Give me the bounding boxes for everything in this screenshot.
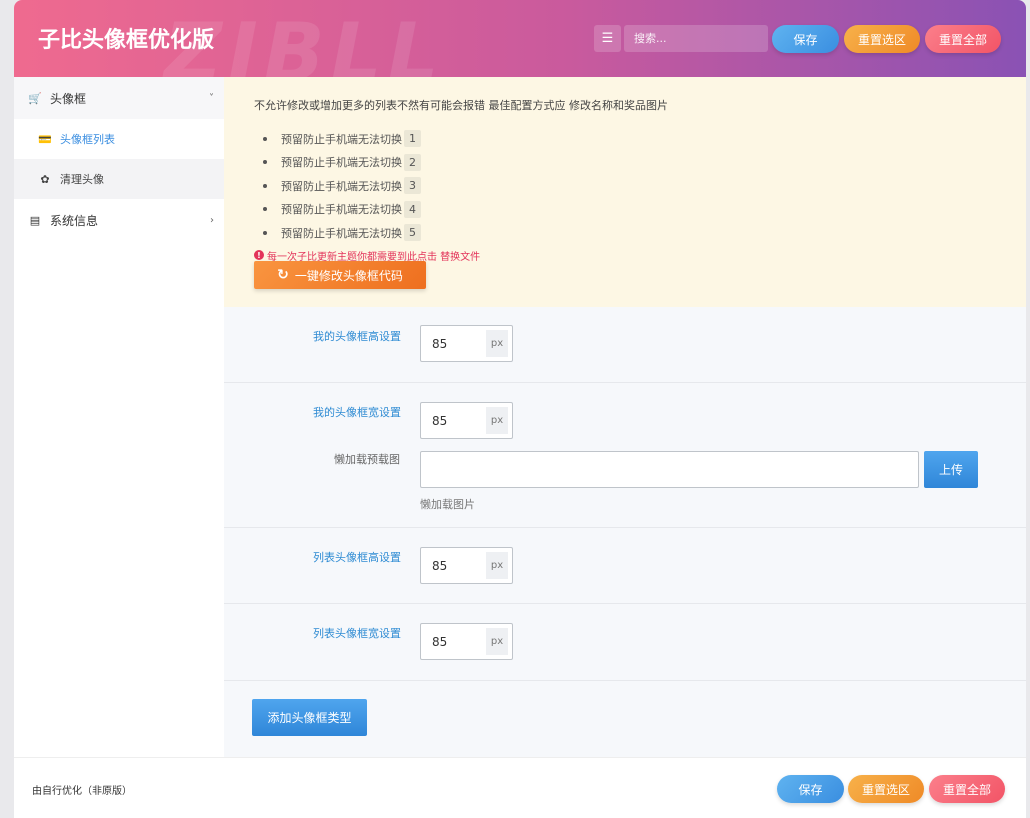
footer-reset-all-button[interactable]: 重置全部 [929, 775, 1005, 803]
add-frame-type-button[interactable]: 添加头像框类型 [252, 699, 367, 736]
list-item-text: 预留防止手机端无法切换 [281, 203, 402, 217]
my-width-section: 我的头像框宽设置 85 px 懒加载预载图 上传 懒加载图片 [224, 383, 1026, 528]
refresh-icon: ↻ [277, 267, 289, 283]
sidebar-item-system-info[interactable]: ▤ 系统信息 › [14, 199, 224, 241]
sidebar-item-label: 头像框 [50, 91, 87, 106]
sidebar-item-label: 系统信息 [50, 213, 99, 228]
lazy-load-label: 懒加载预载图 [334, 453, 400, 466]
chevron-down-icon: ˅ [209, 92, 214, 104]
list-item-text: 预留防止手机端无法切换 [281, 179, 402, 193]
id-card-icon: 💳 [38, 132, 52, 146]
menu-toggle-icon[interactable]: ☰ [594, 25, 621, 52]
bank-icon: ▤ [29, 213, 41, 227]
unit-label: px [486, 407, 508, 434]
sidebar-item-avatar-frame[interactable]: 🛒 头像框 ˅ [14, 77, 224, 119]
list-height-value: 85 [432, 558, 448, 573]
footer-bar: 由自行优化（非原版） 保存 重置选区 重置全部 [14, 757, 1026, 818]
cart-icon: 🛒 [28, 91, 42, 105]
list-item-number: 5 [404, 224, 421, 242]
list-item-number: 2 [404, 153, 421, 171]
broom-icon: ✿ [40, 172, 50, 186]
list-item-text: 预留防止手机端无法切换 [281, 226, 402, 240]
header-reset-section-button[interactable]: 重置选区 [844, 25, 920, 53]
sidebar-item-frame-list[interactable]: 💳 头像框列表 [14, 119, 224, 159]
notice-panel: 不允许修改或增加更多的列表不然有可能会报错 最佳配置方式应 修改名称和奖品图片 … [224, 77, 1026, 307]
sidebar-item-clean-avatar[interactable]: ✿ 清理头像 [14, 159, 224, 199]
list-item-text: 预留防止手机端无法切换 [281, 156, 402, 170]
list-item: 预留防止手机端无法切换 5 [254, 221, 996, 245]
list-item: 预留防止手机端无法切换 1 [254, 127, 996, 151]
footer-text: 由自行优化（非原版） [32, 786, 132, 797]
search-input[interactable] [624, 25, 768, 52]
upload-button[interactable]: 上传 [924, 451, 978, 488]
footer-reset-section-button[interactable]: 重置选区 [848, 775, 924, 803]
list-width-section: 列表头像框宽设置 85 px [224, 604, 1026, 681]
my-height-label: 我的头像框高设置 [313, 330, 401, 343]
my-width-input[interactable]: 85 px [420, 402, 513, 439]
notice-list: 预留防止手机端无法切换 1 预留防止手机端无法切换 2 预留防止手机端无法切换 3 预… [254, 127, 996, 245]
list-width-value: 85 [432, 634, 448, 649]
modify-frame-code-label: 一键修改头像框代码 [294, 268, 403, 283]
sidebar-item-label: 头像框列表 [60, 133, 115, 146]
list-item: 预留防止手机端无法切换 4 [254, 198, 996, 222]
lazy-load-helper: 懒加载图片 [420, 498, 475, 511]
lazy-load-url-input[interactable] [420, 451, 919, 488]
chevron-right-icon: › [210, 214, 214, 226]
list-width-label: 列表头像框宽设置 [313, 627, 401, 640]
sidebar: 🛒 头像框 ˅ 💳 头像框列表 ✿ 清理头像 ▤ 系统信息 › [14, 77, 224, 757]
unit-label: px [486, 628, 508, 655]
main-content: 不允许修改或增加更多的列表不然有可能会报错 最佳配置方式应 修改名称和奖品图片 … [224, 77, 1026, 757]
my-height-section: 我的头像框高设置 85 px [224, 307, 1026, 383]
unit-label: px [486, 552, 508, 579]
list-height-section: 列表头像框高设置 85 px [224, 528, 1026, 604]
my-height-value: 85 [432, 336, 448, 351]
list-item-number: 3 [404, 177, 421, 195]
list-height-input[interactable]: 85 px [420, 547, 513, 584]
my-width-value: 85 [432, 413, 448, 428]
header-bar: ZIBLL 子比头像框优化版 ☰ 保存 重置选区 重置全部 [14, 0, 1026, 77]
list-item: 预留防止手机端无法切换 2 [254, 151, 996, 175]
footer-save-button[interactable]: 保存 [777, 775, 844, 803]
header-save-button[interactable]: 保存 [772, 25, 839, 53]
settings-window: ZIBLL 子比头像框优化版 ☰ 保存 重置选区 重置全部 🛒 头像框 ˅ 💳 … [14, 0, 1026, 818]
list-height-label: 列表头像框高设置 [313, 551, 401, 564]
modify-frame-code-button[interactable]: ↻ 一键修改头像框代码 [254, 261, 426, 289]
list-item-text: 预留防止手机端无法切换 [281, 132, 402, 146]
list-item: 预留防止手机端无法切换 3 [254, 174, 996, 198]
list-item-number: 4 [404, 200, 421, 218]
warning-icon: ! [254, 250, 264, 260]
notice-text: 不允许修改或增加更多的列表不然有可能会报错 最佳配置方式应 修改名称和奖品图片 [254, 99, 668, 112]
list-width-input[interactable]: 85 px [420, 623, 513, 660]
list-item-number: 1 [404, 130, 421, 148]
my-height-input[interactable]: 85 px [420, 325, 513, 362]
unit-label: px [486, 330, 508, 357]
app-title: 子比头像框优化版 [38, 28, 215, 53]
my-width-label: 我的头像框宽设置 [313, 406, 401, 419]
header-reset-all-button[interactable]: 重置全部 [925, 25, 1001, 53]
sidebar-item-label: 清理头像 [60, 173, 104, 186]
